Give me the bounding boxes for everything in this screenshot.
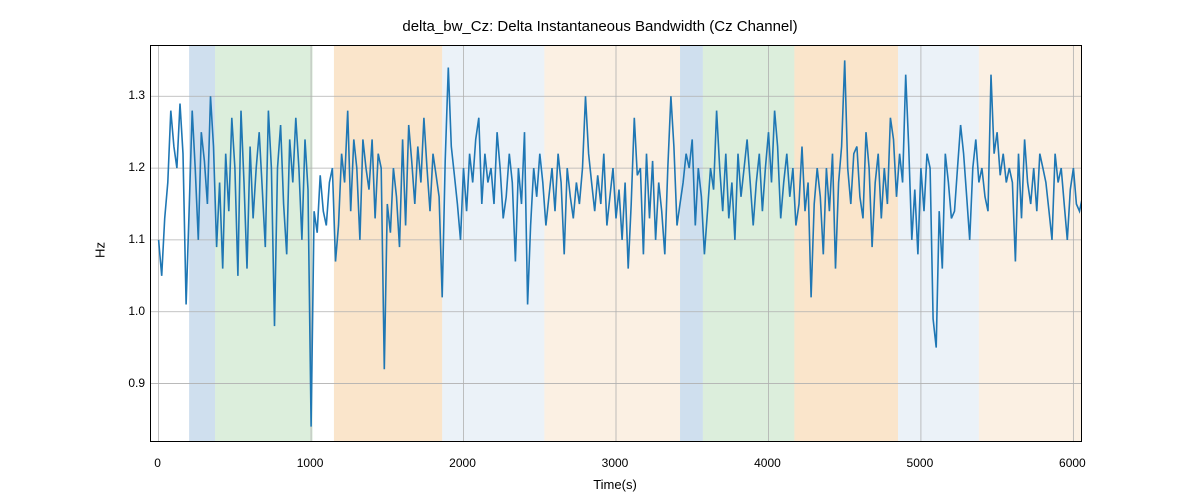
chart-title: delta_bw_Cz: Delta Instantaneous Bandwid… [0, 18, 1200, 35]
chart-container: delta_bw_Cz: Delta Instantaneous Bandwid… [0, 0, 1200, 500]
x-tick-label: 1000 [297, 456, 324, 470]
y-tick-label: 1.0 [110, 304, 145, 318]
band [334, 46, 442, 441]
x-tick-label: 5000 [907, 456, 934, 470]
y-tick-label: 1.2 [110, 160, 145, 174]
y-tick-label: 1.1 [110, 232, 145, 246]
band [680, 46, 703, 441]
y-tick-label: 0.9 [110, 376, 145, 390]
x-axis-label: Time(s) [150, 477, 1080, 492]
y-tick-label: 1.3 [110, 88, 145, 102]
band [703, 46, 794, 441]
band [979, 46, 1081, 441]
x-tick-label: 0 [154, 456, 161, 470]
x-tick-label: 6000 [1059, 456, 1086, 470]
plot-area [150, 45, 1082, 442]
x-tick-label: 2000 [449, 456, 476, 470]
band [442, 46, 544, 441]
background-bands [189, 46, 1081, 441]
plot-svg [151, 46, 1081, 441]
y-axis-label: Hz [93, 242, 108, 258]
band [215, 46, 313, 441]
x-tick-label: 4000 [754, 456, 781, 470]
x-tick-label: 3000 [602, 456, 629, 470]
